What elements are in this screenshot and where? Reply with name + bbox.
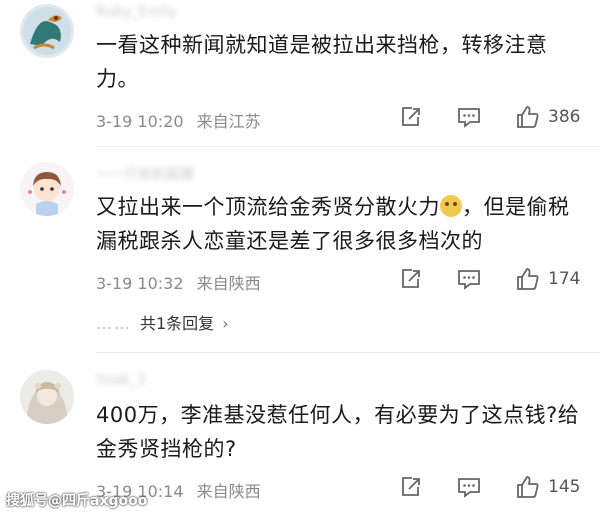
- replies-link[interactable]: …… 共1条回复 ›: [96, 310, 229, 334]
- like-icon[interactable]: [515, 474, 541, 500]
- like-count: 174: [548, 269, 581, 289]
- avatar[interactable]: [20, 370, 74, 424]
- avatar[interactable]: [20, 162, 74, 216]
- comment-meta: 3-19 10:32 来自陕西: [96, 270, 269, 294]
- comment-location: 来自陕西: [196, 482, 261, 501]
- like-icon[interactable]: [515, 104, 541, 130]
- divider: [96, 146, 600, 147]
- comment-text-part: 又拉出来一个顶流给金秀贤分散火力: [96, 195, 440, 219]
- doge-emoji-icon: [440, 195, 462, 217]
- comment-location: 来自陕西: [196, 274, 261, 293]
- share-icon[interactable]: [398, 104, 424, 130]
- like-count: 145: [548, 477, 581, 497]
- comment-icon[interactable]: [456, 474, 482, 500]
- like-count: 386: [548, 107, 581, 127]
- comment-meta: 3-19 10:20 来自江苏: [96, 108, 269, 132]
- watermark: 搜狐号@四斤axgooo: [6, 493, 148, 509]
- comment-actions: 386: [398, 104, 588, 134]
- comment-actions: 145: [398, 474, 588, 504]
- username[interactable]: Soak_3: [96, 372, 146, 388]
- replies-label: 共1条回复: [140, 314, 215, 333]
- comment-time: 3-19 10:20: [96, 112, 184, 131]
- username[interactable]: 一一只有机狐狸: [96, 164, 194, 184]
- comment-text: 又拉出来一个顶流给金秀贤分散火力 ，但是偷税漏税跟杀人恋童还是差了很多很多档次的: [96, 190, 586, 258]
- chevron-right-icon: ›: [222, 314, 229, 333]
- avatar[interactable]: [20, 4, 74, 58]
- comment-actions: 174: [398, 266, 588, 296]
- comment-time: 3-19 10:32: [96, 274, 184, 293]
- comment-icon[interactable]: [456, 266, 482, 292]
- divider: [96, 352, 600, 353]
- comment-icon[interactable]: [456, 104, 482, 130]
- comment-text: 一看这种新闻就知道是被拉出来挡枪，转移注意力。: [96, 33, 548, 91]
- reply-dots: ……: [96, 314, 132, 333]
- like-icon[interactable]: [515, 266, 541, 292]
- share-icon[interactable]: [398, 474, 424, 500]
- comment-location: 来自江苏: [196, 112, 261, 131]
- username[interactable]: Ruby_Emily: [96, 4, 177, 20]
- share-icon[interactable]: [398, 266, 424, 292]
- comment-text: 400万，李准基没惹任何人，有必要为了这点钱?给金秀贤挡枪的?: [96, 403, 580, 461]
